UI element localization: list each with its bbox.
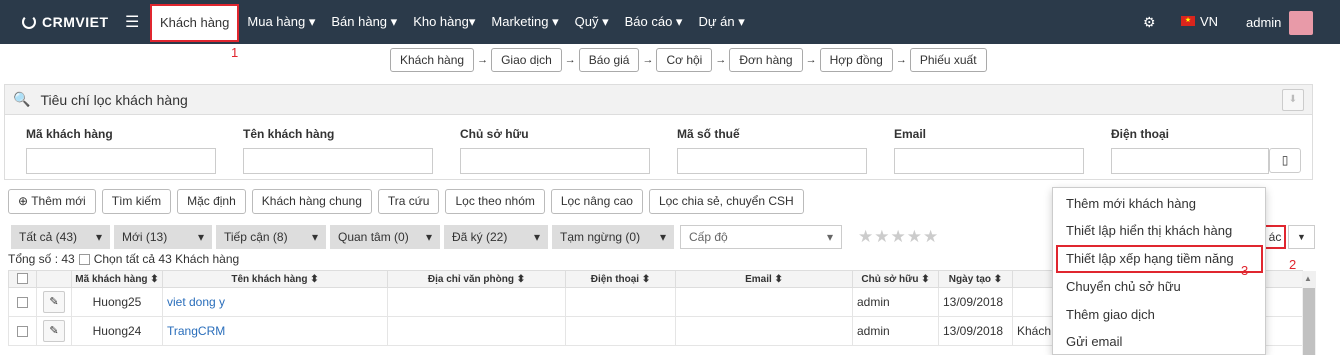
action-dropdown-button[interactable]: ác xyxy=(1264,225,1286,249)
ten-khach-hang-input[interactable] xyxy=(243,148,433,174)
logo-icon xyxy=(22,15,36,29)
menu-item-potential-ranking[interactable]: Thiết lập xếp hạng tiềm năng xyxy=(1066,251,1234,266)
vietnam-flag-icon: ★ xyxy=(1181,16,1195,26)
add-new-button[interactable]: ⊕ Thêm mới xyxy=(8,189,96,214)
flow-step[interactable]: Khách hàng xyxy=(390,48,475,72)
action-buttons: ⊕ Thêm mới Tìm kiếm Mặc định Khách hàng … xyxy=(8,189,804,214)
customer-name-link[interactable]: viet dong y xyxy=(162,287,388,317)
field-chu-so-huu: Chủ sở hữu xyxy=(460,127,650,174)
lookup-button[interactable]: Tra cứu xyxy=(377,189,440,214)
field-ten-khach-hang: Tên khách hàng xyxy=(243,127,433,174)
flow-step[interactable]: Cơ hội xyxy=(656,48,713,72)
header-checkbox[interactable] xyxy=(17,273,28,285)
chevron-down-icon[interactable]: ▼ xyxy=(1288,225,1315,249)
row-checkbox[interactable] xyxy=(17,326,28,338)
chu-so-huu-input[interactable] xyxy=(460,148,650,174)
column-header[interactable]: Ngày tạo ⬍ xyxy=(938,270,1013,288)
flow-step[interactable]: Phiếu xuất xyxy=(909,48,987,72)
nav-ban-hang[interactable]: Bán hàng ▾ xyxy=(323,0,405,44)
advanced-filter-button[interactable]: Lọc nâng cao xyxy=(550,189,643,214)
column-header[interactable]: Địa chỉ văn phòng ⬍ xyxy=(387,270,566,288)
search-button[interactable]: Tìm kiếm xyxy=(101,189,172,214)
status-filter[interactable]: Tất cả (43) ▾ xyxy=(11,225,110,249)
ma-khach-hang-input[interactable] xyxy=(26,148,216,174)
menu-item-add-transaction[interactable]: Thêm giao dịch xyxy=(1066,307,1155,322)
gear-icon[interactable]: ⚙ xyxy=(1143,14,1156,31)
menu-item-display-settings[interactable]: Thiết lập hiển thị khách hàng xyxy=(1066,223,1232,238)
annotation-2: 2 xyxy=(1289,257,1297,272)
phone-icon[interactable]: ▯ xyxy=(1269,148,1301,173)
rating-stars-icon[interactable]: ★★★★★ xyxy=(858,227,939,247)
status-filter[interactable]: Quan tâm (0) ▾ xyxy=(330,225,440,249)
table-scrollbar[interactable]: ▲ xyxy=(1302,271,1316,355)
plus-circle-icon: ⊕ xyxy=(18,194,29,208)
status-filter[interactable]: Đã ký (22) ▾ xyxy=(444,225,548,249)
total-count: Tổng số : 43 Chọn tất cả 43 Khách hàng xyxy=(8,252,240,266)
hamburger-menu-icon[interactable]: ☰ xyxy=(125,12,139,32)
filter-panel-title: Tiêu chí lọc khách hàng xyxy=(40,91,188,108)
brand-logo[interactable]: CRMVIET xyxy=(22,14,109,30)
customer-name-link[interactable]: TrangCRM xyxy=(162,316,388,346)
top-navbar: CRMVIET ☰ Khách hàng Mua hàng ▾ Bán hàng… xyxy=(0,0,1340,44)
annotation-3: 3 xyxy=(1241,263,1249,278)
language-selector[interactable]: VN xyxy=(1200,14,1218,29)
field-ma-so-thue: Mã số thuế xyxy=(677,127,867,174)
nav-mua-hang[interactable]: Mua hàng ▾ xyxy=(239,0,323,44)
column-header[interactable]: Tên khách hàng ⬍ xyxy=(162,270,388,288)
status-filters: Tất cả (43) ▾ Mới (13) ▾ Tiếp cận (8) ▾ Qua… xyxy=(11,225,939,249)
main-nav: Khách hàng Mua hàng ▾ Bán hàng ▾ Kho hàn… xyxy=(150,0,753,44)
field-ma-khach-hang: Mã khách hàng xyxy=(26,127,216,174)
menu-item-add-customer[interactable]: Thêm mới khách hàng xyxy=(1066,196,1196,211)
action-dropdown-menu: Thêm mới khách hàng Thiết lập hiển thị k… xyxy=(1052,187,1266,355)
avatar[interactable] xyxy=(1289,11,1313,35)
nav-marketing[interactable]: Marketing ▾ xyxy=(483,0,566,44)
field-dien-thoai: Điện thoại xyxy=(1111,127,1269,174)
search-icon: 🔍 xyxy=(13,91,31,107)
column-header[interactable]: Chủ sở hữu ⬍ xyxy=(852,270,939,288)
nav-quy[interactable]: Quỹ ▾ xyxy=(567,0,617,44)
status-filter[interactable]: Mới (13) ▾ xyxy=(114,225,212,249)
shared-customers-button[interactable]: Khách hàng chung xyxy=(251,189,372,214)
menu-item-change-owner[interactable]: Chuyển chủ sở hữu xyxy=(1066,279,1181,294)
flow-step[interactable]: Đơn hàng xyxy=(729,48,803,72)
ma-so-thue-input[interactable] xyxy=(677,148,867,174)
edit-icon[interactable]: ✎ xyxy=(43,291,65,313)
nav-du-an[interactable]: Dự án ▾ xyxy=(690,0,752,44)
process-flow: Khách hàng → Giao dịch → Báo giá → Cơ hội → … xyxy=(390,48,987,72)
filter-panel: 🔍 Tiêu chí lọc khách hàng ⬇ Mã khách hàng… xyxy=(4,84,1313,180)
field-email: Email xyxy=(894,127,1084,174)
flow-step[interactable]: Báo giá xyxy=(578,48,640,72)
share-filter-button[interactable]: Lọc chia sẻ, chuyển CSH xyxy=(648,189,804,214)
menu-item-send-email[interactable]: Gửi email xyxy=(1066,334,1122,349)
collapse-arrow-icon[interactable]: ⬇ xyxy=(1282,89,1304,111)
annotation-1: 1 xyxy=(231,45,239,60)
user-name[interactable]: admin xyxy=(1246,15,1281,30)
column-header[interactable]: Email ⬍ xyxy=(675,270,853,288)
nav-khach-hang[interactable]: Khách hàng xyxy=(150,3,240,42)
status-filter[interactable]: Tạm ngừng (0) ▾ xyxy=(552,225,674,249)
nav-bao-cao[interactable]: Báo cáo ▾ xyxy=(617,0,691,44)
flow-step[interactable]: Hợp đồng xyxy=(819,48,893,72)
dien-thoai-input[interactable] xyxy=(1111,148,1269,174)
group-filter-button[interactable]: Lọc theo nhóm xyxy=(445,189,545,214)
row-checkbox[interactable] xyxy=(17,297,28,309)
column-header[interactable]: Điện thoại ⬍ xyxy=(565,270,676,288)
column-header[interactable]: Mã khách hàng ⬍ xyxy=(71,270,163,288)
flow-step[interactable]: Giao dịch xyxy=(491,48,562,72)
select-all-checkbox[interactable] xyxy=(78,253,90,265)
email-input[interactable] xyxy=(894,148,1084,174)
edit-icon[interactable]: ✎ xyxy=(43,320,65,342)
default-button[interactable]: Mặc định xyxy=(177,189,246,214)
status-filter[interactable]: Tiếp cận (8) ▾ xyxy=(216,225,326,249)
level-select[interactable]: Cấp độ ▾ xyxy=(680,225,842,249)
nav-kho-hang[interactable]: Kho hàng▾ xyxy=(405,0,483,44)
